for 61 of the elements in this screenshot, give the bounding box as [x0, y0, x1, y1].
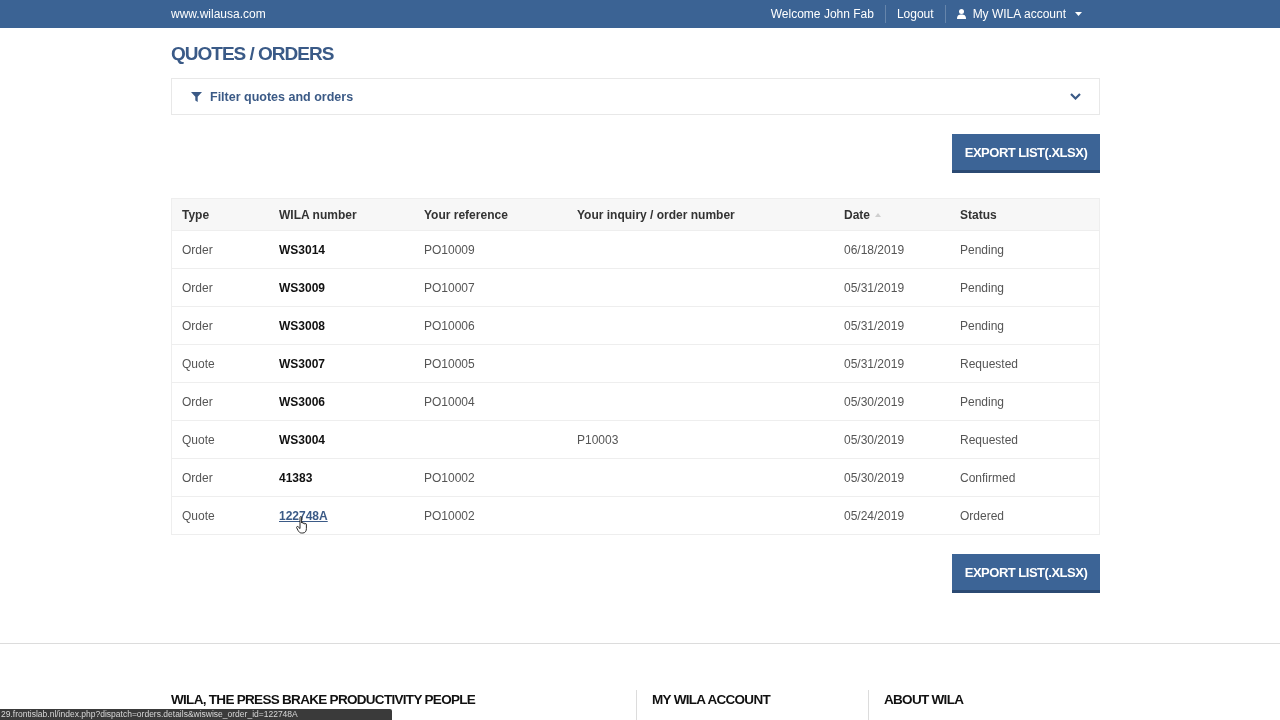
order-date: 05/30/2019	[844, 394, 905, 409]
site-link[interactable]: www.wilausa.com	[171, 7, 266, 21]
order-number-link[interactable]: WS3008	[279, 318, 326, 333]
filter-icon	[191, 91, 202, 102]
order-status: Confirmed	[960, 470, 1016, 485]
column-header[interactable]: Your reference	[424, 207, 508, 222]
reference-number: PO10005	[424, 356, 475, 371]
column-header[interactable]: Type	[182, 207, 210, 222]
order-type: Quote	[182, 508, 215, 523]
column-header[interactable]: Status	[960, 207, 997, 222]
page-title: QUOTES / ORDERS	[171, 42, 334, 66]
order-number-link[interactable]: 41383	[279, 470, 313, 485]
caret-icon	[1075, 12, 1082, 16]
order-number-link[interactable]: WS3009	[279, 280, 326, 295]
order-status: Requested	[960, 356, 1019, 371]
order-type: Order	[182, 318, 213, 333]
order-number-link[interactable]: WS3014	[279, 242, 326, 257]
reference-number: PO10002	[424, 470, 475, 485]
filter-toggle[interactable]: Filter quotes and orders	[171, 78, 1100, 115]
order-status: Requested	[960, 432, 1019, 447]
order-date: 06/18/2019	[844, 242, 905, 257]
order-type: Order	[182, 280, 213, 295]
order-date: 05/31/2019	[844, 356, 905, 371]
order-type: Order	[182, 470, 213, 485]
order-date: 05/30/2019	[844, 432, 905, 447]
footer-heading: WILA, THE PRESS BRAKE PRODUCTIVITY PEOPLE	[171, 692, 476, 708]
reference-number: PO10006	[424, 318, 475, 333]
order-date: 05/31/2019	[844, 280, 905, 295]
order-number-link[interactable]: 122748A	[279, 508, 328, 523]
order-status: Pending	[960, 280, 1005, 295]
order-status: Pending	[960, 242, 1005, 257]
order-type: Order	[182, 242, 213, 257]
status-url: 29.frontislab.nl/index.php?dispatch=orders.details&wiswise_order_id=122748A	[0, 709, 392, 720]
account-menu[interactable]: My WILA account	[956, 7, 1082, 21]
inquiry-number: P10003	[577, 432, 619, 447]
order-number-link[interactable]: WS3004	[279, 432, 326, 447]
order-number-link[interactable]: WS3007	[279, 356, 326, 371]
column-header[interactable]: WILA number	[279, 207, 357, 222]
order-date: 05/31/2019	[844, 318, 905, 333]
user-icon	[956, 9, 966, 19]
order-type: Quote	[182, 432, 215, 447]
footer-heading: MY WILA ACCOUNT	[652, 692, 770, 708]
export-button[interactable]: EXPORT LIST(.XLSX)	[952, 134, 1100, 173]
reference-number: PO10002	[424, 508, 475, 523]
order-type: Order	[182, 394, 213, 409]
order-status: Pending	[960, 394, 1005, 409]
logout-link[interactable]: Logout	[896, 7, 934, 21]
welcome-text: Welcome John Fab	[770, 7, 874, 21]
order-status: Ordered	[960, 508, 1005, 523]
export-button[interactable]: EXPORT LIST(.XLSX)	[952, 554, 1100, 593]
order-type: Quote	[182, 356, 215, 371]
footer-heading: ABOUT WILA	[884, 692, 964, 708]
order-status: Pending	[960, 318, 1005, 333]
order-date: 05/24/2019	[844, 508, 905, 523]
reference-number: PO10009	[424, 242, 475, 257]
order-date: 05/30/2019	[844, 470, 905, 485]
order-number-link[interactable]: WS3006	[279, 394, 326, 409]
column-header[interactable]: Date	[844, 207, 881, 222]
reference-number: PO10004	[424, 394, 475, 409]
column-header[interactable]: Your inquiry / order number	[577, 207, 735, 222]
reference-number: PO10007	[424, 280, 475, 295]
